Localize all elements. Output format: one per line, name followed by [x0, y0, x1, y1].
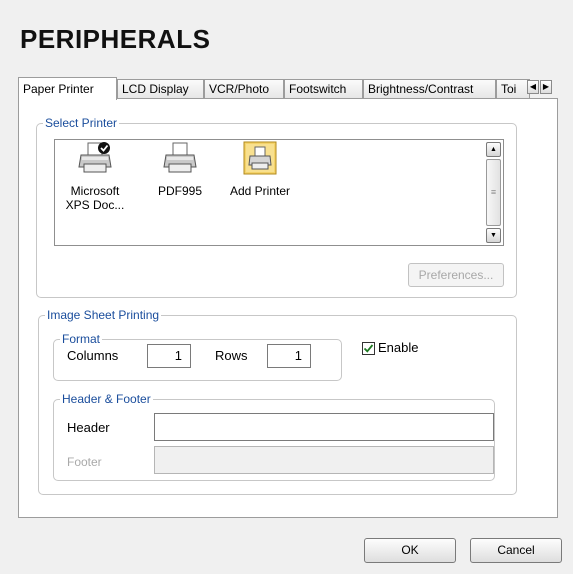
- page-title: PERIPHERALS: [20, 24, 211, 54]
- tab-overflow[interactable]: Toi: [496, 79, 530, 98]
- footer-input[interactable]: [154, 446, 494, 474]
- scroll-down-icon[interactable]: ▼: [486, 228, 501, 243]
- header-input[interactable]: [154, 413, 494, 441]
- rows-label: Rows: [215, 348, 248, 363]
- columns-input[interactable]: 1: [147, 344, 191, 368]
- image-sheet-printing-legend: Image Sheet Printing: [45, 308, 162, 322]
- printer-label: PDF995: [157, 184, 203, 198]
- tab-paper-printer[interactable]: Paper Printer: [18, 77, 117, 100]
- rows-input[interactable]: 1: [267, 344, 311, 368]
- printer-icon: [163, 142, 197, 173]
- tab-lcd-display[interactable]: LCD Display: [117, 79, 204, 98]
- tab-brightness-contrast[interactable]: Brightness/Contrast: [363, 79, 496, 98]
- scroll-thumb[interactable]: ≡: [486, 159, 501, 226]
- add-printer-icon: [243, 141, 277, 175]
- checkmark-icon: [363, 344, 374, 353]
- tab-footswitch[interactable]: Footswitch: [284, 79, 363, 98]
- ok-button[interactable]: OK: [364, 538, 456, 563]
- preferences-button[interactable]: Preferences...: [408, 263, 504, 287]
- enable-label: Enable: [378, 340, 419, 355]
- printer-list[interactable]: Microsoft XPS Doc... PDF995 Add Printer …: [54, 139, 504, 246]
- tab-scroll-left-icon[interactable]: ◀: [527, 80, 539, 94]
- tab-scroll-right-icon[interactable]: ▶: [540, 80, 552, 94]
- tab-vcr-photo[interactable]: VCR/Photo: [204, 79, 284, 98]
- footer-label: Footer: [67, 455, 102, 469]
- cancel-button[interactable]: Cancel: [470, 538, 562, 563]
- format-legend: Format: [60, 332, 103, 346]
- printer-list-scrollbar[interactable]: ▲ ≡ ▼: [486, 142, 501, 243]
- columns-label: Columns: [67, 348, 119, 363]
- printer-label: Add Printer: [229, 184, 291, 198]
- scroll-up-icon[interactable]: ▲: [486, 142, 501, 157]
- printer-label: Microsoft XPS Doc...: [65, 184, 125, 212]
- header-label: Header: [67, 420, 110, 435]
- select-printer-legend: Select Printer: [43, 116, 120, 130]
- enable-checkbox[interactable]: [362, 342, 375, 355]
- printer-default-icon: [78, 142, 112, 173]
- header-footer-legend: Header & Footer: [60, 392, 153, 406]
- tab-strip: Paper Printer LCD Display VCR/Photo Foot…: [18, 77, 558, 100]
- paper-printer-panel: Select Printer Microsoft XPS Doc... PDF9…: [18, 98, 558, 518]
